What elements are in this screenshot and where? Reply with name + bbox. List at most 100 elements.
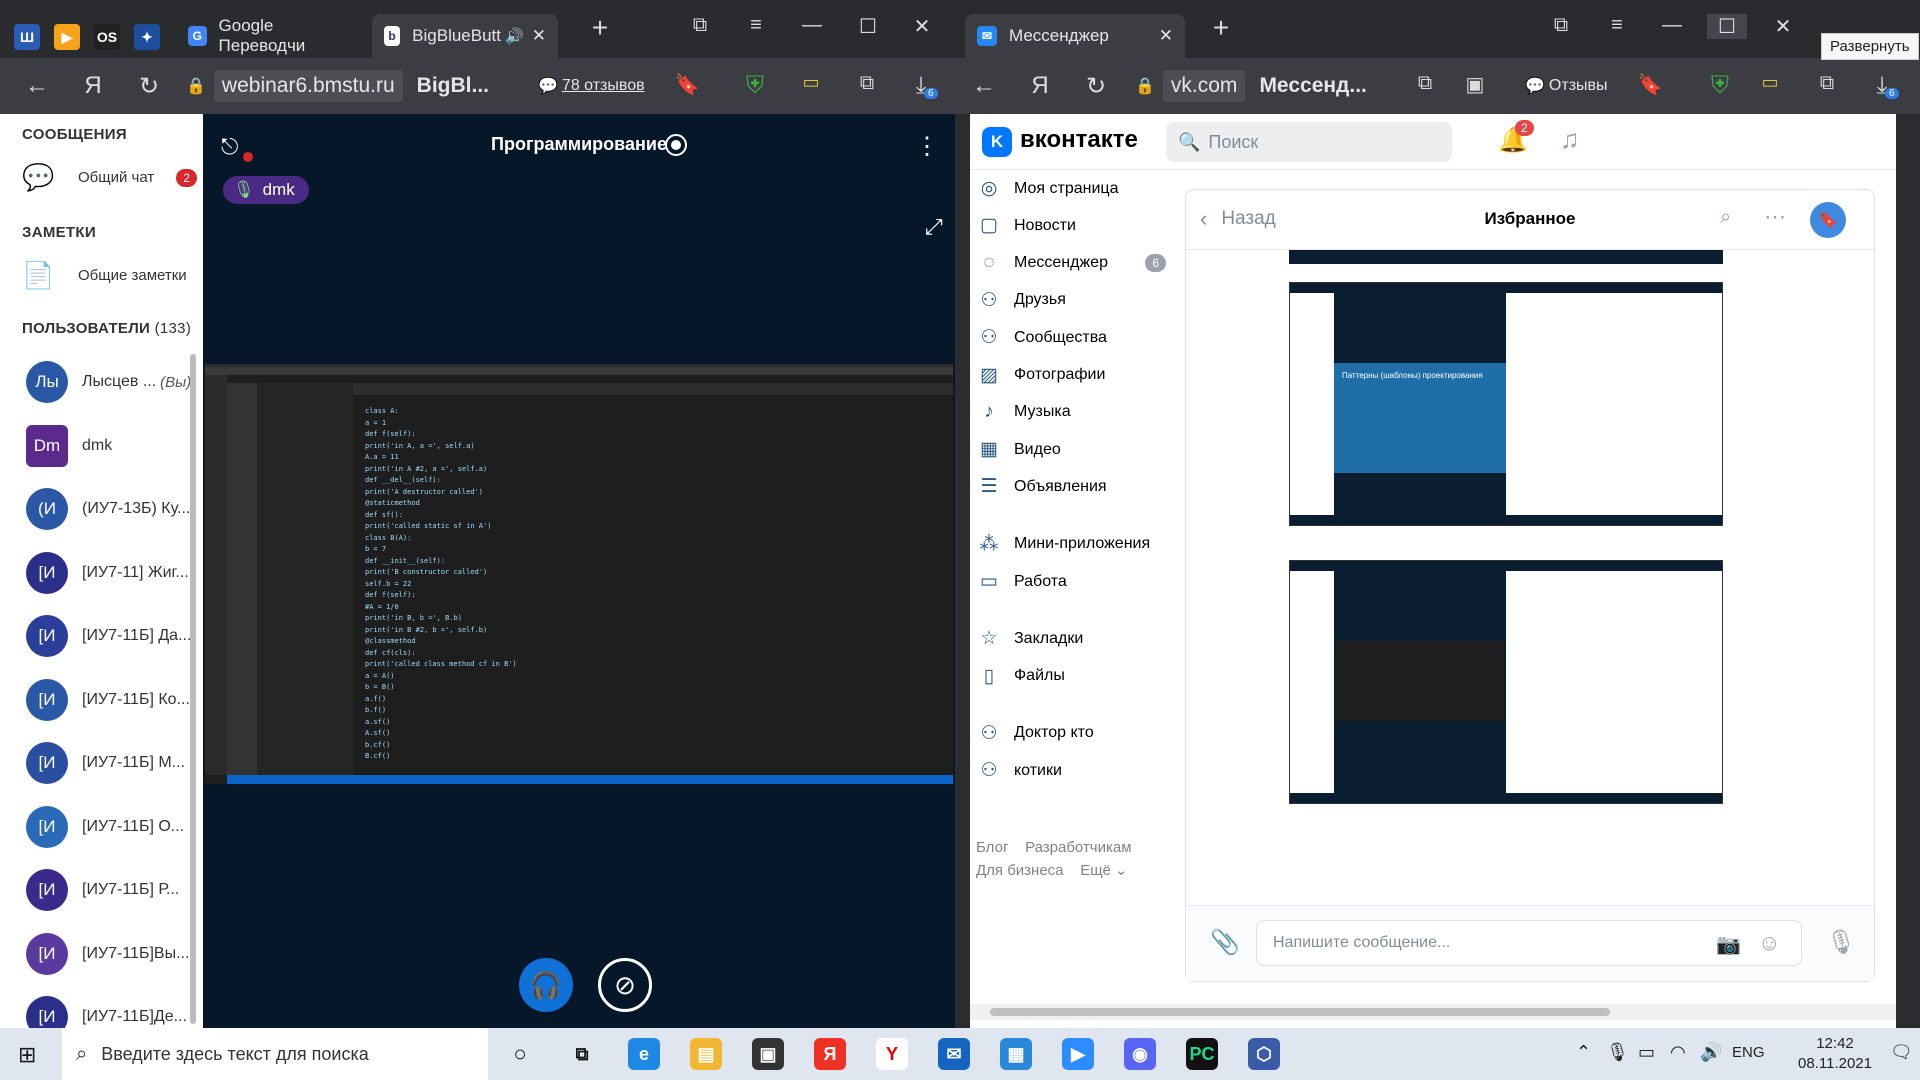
footer-more-link[interactable]: Ещё ⌄ [1080, 862, 1127, 879]
shield-icon[interactable]: ⛨ [1705, 72, 1735, 100]
record-icon[interactable] [665, 134, 687, 156]
vk-menu-item[interactable]: ▦ Видео [976, 438, 1166, 461]
maximize-button[interactable]: ☐ [848, 14, 888, 39]
tray-wifi-icon[interactable]: ◠ [1670, 1042, 1686, 1063]
taskbar-clock[interactable]: 12:42 08.11.2021 [1790, 1034, 1880, 1074]
pinned-tab-play[interactable]: ▶ [54, 24, 80, 50]
user-list-item[interactable]: Лы Лысцев ... (Вы) [26, 354, 192, 410]
vk-menu-item[interactable]: ☰ Объявления [976, 475, 1166, 498]
file-explorer-icon[interactable]: ▤ [690, 1038, 722, 1070]
new-tab-button[interactable]: + [1201, 12, 1241, 44]
cortana-icon[interactable]: ○ [504, 1038, 536, 1070]
speaker-icon[interactable]: 🔊 [505, 27, 524, 45]
user-list-item[interactable]: [И [ИУ7-11Б] Ко... [26, 672, 192, 728]
vk-menu-item[interactable]: ⚇ Друзья [976, 289, 1166, 312]
tab-google-translate[interactable]: G Google Переводчи [176, 14, 366, 58]
audio-headphones-button[interactable]: 🎧 [519, 958, 573, 1012]
user-list-item[interactable]: [И [ИУ7-11Б] Да... [26, 608, 192, 664]
vk-search-input[interactable]: 🔍 Поиск [1166, 122, 1452, 162]
tabs-icon[interactable]: ▣ [1460, 72, 1490, 97]
yandex-icon[interactable]: Y [876, 1038, 908, 1070]
back-arrow-icon[interactable]: ← [22, 72, 52, 100]
bookmark-icon[interactable]: 🔖 [1635, 72, 1665, 97]
minimize-button[interactable]: — [1652, 14, 1692, 37]
vk-logo-icon[interactable]: K [982, 127, 1012, 157]
attach-icon[interactable]: 📎 [1210, 928, 1240, 957]
menu-icon[interactable]: ≡ [736, 14, 776, 37]
reviews-button[interactable]: 💬 Отзывы [1525, 68, 1608, 104]
pinned-tab-os[interactable]: OS [94, 24, 120, 50]
favorites-icon[interactable]: 🔖 [1810, 202, 1846, 238]
virtualbox-icon[interactable]: ⬡ [1248, 1038, 1280, 1070]
maximize-button[interactable]: ☐ [1707, 14, 1747, 39]
extensions-icon[interactable]: ⧉ [1812, 72, 1842, 95]
vk-menu-item[interactable]: ▯ Файлы [976, 665, 1166, 688]
close-window-button[interactable]: ✕ [902, 14, 942, 39]
battery-icon[interactable]: ▭ [796, 72, 826, 93]
tray-volume-icon[interactable]: 🔊 [1700, 1042, 1722, 1063]
tab-bigbluebutton[interactable]: b BigBlueButton 🔊 ✕ [372, 14, 558, 58]
mail-icon[interactable]: ✉ [938, 1038, 970, 1070]
vk-menu-item[interactable]: ▢ Новости [976, 214, 1166, 237]
shared-notes-item[interactable]: 📄 Общие заметки [22, 260, 187, 291]
reviews-button[interactable]: 💬 78 отзывов [538, 68, 645, 104]
tab-messenger[interactable]: ✉ Мессенджер ✕ [965, 14, 1185, 58]
vk-menu-item[interactable]: ⚇ Доктор кто [976, 722, 1166, 745]
new-tab-button[interactable]: + [580, 12, 620, 44]
minimize-button[interactable]: — [792, 14, 832, 37]
pinned-tab-discord[interactable]: ✦ [134, 24, 160, 50]
share-icon[interactable]: ⧉ [1410, 72, 1440, 95]
options-icon[interactable]: ⋮ [915, 132, 939, 161]
reload-icon[interactable]: ↻ [134, 72, 164, 101]
yandex-icon[interactable]: Я [78, 72, 108, 100]
microphone-icon[interactable]: 🎙 [1826, 928, 1856, 957]
edge-icon[interactable]: e [628, 1038, 660, 1070]
fullscreen-icon[interactable]: ⤢ [925, 214, 943, 240]
horizontal-scrollbar[interactable] [970, 1004, 1896, 1020]
vk-menu-item[interactable]: ☆ Закладки [976, 627, 1166, 650]
user-list-item[interactable]: [И [ИУ7-11] Жиг... [26, 545, 192, 601]
pinned-tab-bmstu[interactable]: Ш [14, 24, 40, 50]
bookmark-icon[interactable]: 🔖 [672, 72, 702, 97]
tray-chevron-icon[interactable]: ⌃ [1576, 1042, 1591, 1063]
windows-start-icon[interactable]: ⊞ [18, 1042, 36, 1068]
music-icon[interactable]: ♫ [1560, 124, 1580, 155]
footer-developers-link[interactable]: Разработчикам [1025, 839, 1131, 856]
vk-menu-item[interactable]: ◎ Моя страница [976, 177, 1166, 200]
vk-menu-item[interactable]: ▨ Фотографии [976, 364, 1166, 387]
back-arrow-icon[interactable]: ← [969, 72, 999, 100]
close-window-button[interactable]: ✕ [1763, 14, 1803, 39]
discord-icon[interactable]: ◉ [1124, 1038, 1156, 1070]
shield-icon[interactable]: ⛨ [740, 72, 770, 100]
vk-menu-item[interactable]: ◌ Мессенджер 6 [976, 252, 1166, 274]
vk-menu-item[interactable]: ⚇ котики [976, 759, 1166, 782]
message-thumbnail-partial[interactable] [1289, 250, 1723, 264]
camera-icon[interactable]: 📷 [1716, 932, 1741, 957]
vk-menu-item[interactable]: ⁂ Мини-приложения [976, 533, 1166, 556]
message-screenshot-thumbnail[interactable]: Паттерны (шаблоны) проектирования [1289, 282, 1723, 526]
store-icon[interactable]: ▣ [752, 1038, 784, 1070]
user-list-item[interactable]: (И (ИУ7-13Б) Ку... [26, 481, 192, 537]
close-tab-icon[interactable]: ✕ [1159, 26, 1173, 46]
notification-center-icon[interactable]: 🗨 [1890, 1042, 1913, 1063]
extensions-icon[interactable]: ⧉ [852, 72, 882, 95]
message-screenshot-thumbnail[interactable] [1289, 560, 1723, 804]
battery-icon[interactable]: ▭ [1755, 72, 1785, 93]
app-icon[interactable]: ▦ [1000, 1038, 1032, 1070]
collections-icon[interactable]: ⧉ [680, 14, 720, 37]
vk-menu-item[interactable]: ⚇ Сообщества [976, 326, 1166, 349]
yandex-browser-icon[interactable]: Я [814, 1038, 846, 1070]
menu-icon[interactable]: ≡ [1597, 14, 1637, 37]
user-list-item[interactable]: [И [ИУ7-11Б] Р... [26, 862, 192, 918]
url-field[interactable]: 🔒 webinar6.bmstu.ru BigBl... [186, 68, 489, 104]
vk-menu-item[interactable]: ▭ Работа [976, 570, 1166, 593]
reload-icon[interactable]: ↻ [1081, 72, 1111, 101]
public-chat-item[interactable]: 💬 Общий чат 2 [22, 162, 197, 193]
close-tab-icon[interactable]: ✕ [532, 26, 546, 46]
more-icon[interactable]: ⋯ [1764, 204, 1786, 230]
user-list-item[interactable]: [И [ИУ7-11Б] О... [26, 799, 192, 855]
user-list-item[interactable]: [И [ИУ7-11Б] М... [26, 735, 192, 791]
footer-blog-link[interactable]: Блог [976, 839, 1008, 856]
tray-battery-icon[interactable]: ▭ [1638, 1042, 1655, 1063]
url-field[interactable]: 🔒 vk.com Мессенд... [1135, 68, 1367, 104]
